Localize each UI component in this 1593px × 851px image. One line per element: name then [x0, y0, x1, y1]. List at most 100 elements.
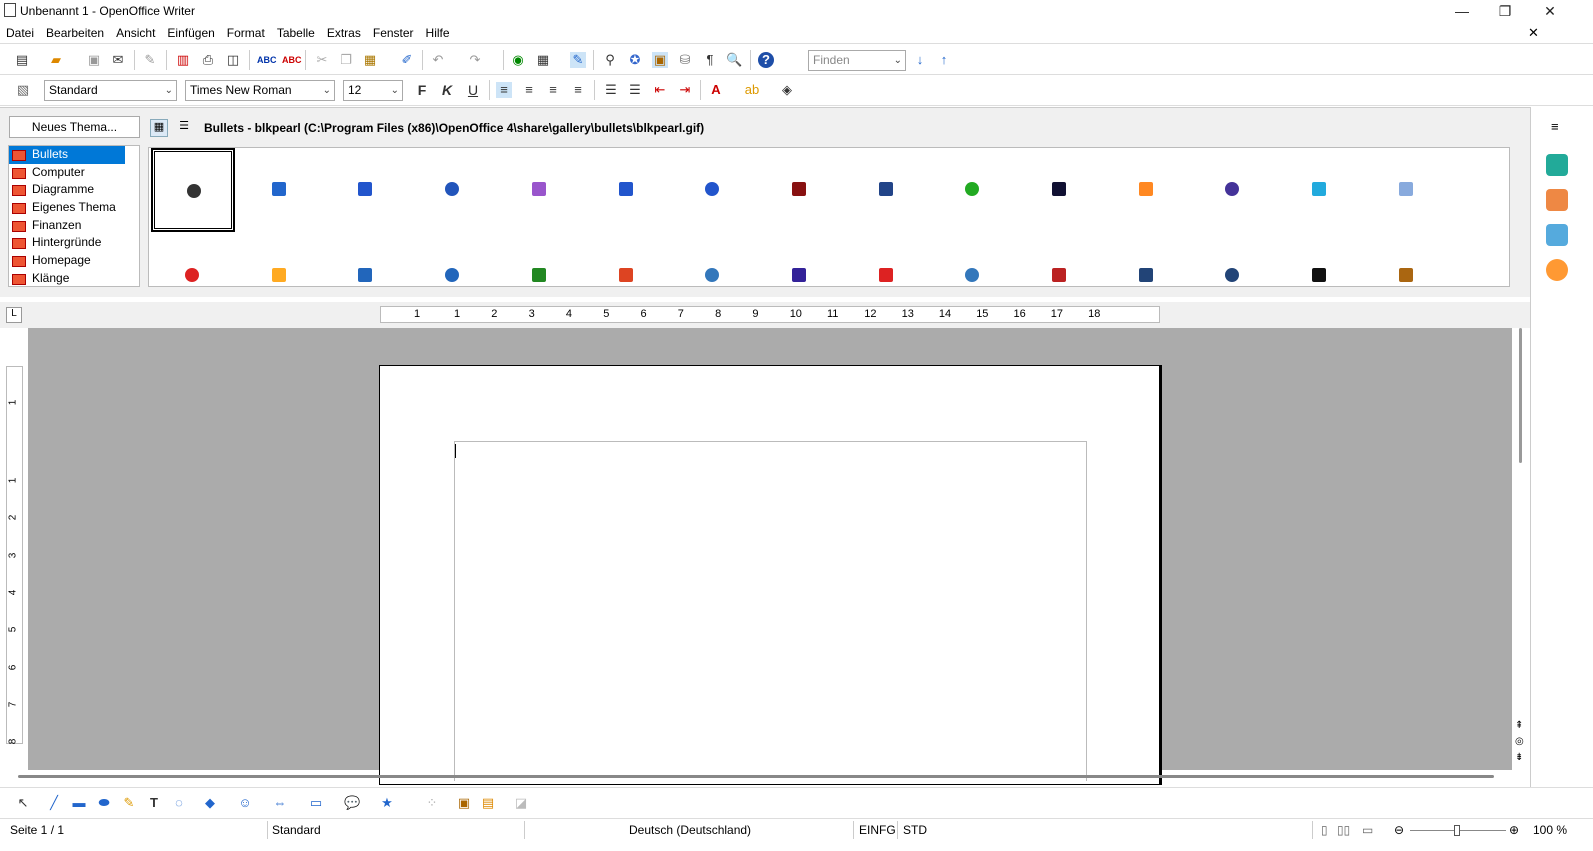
menu-datei[interactable]: Datei	[0, 22, 40, 44]
theme-item[interactable]: Computer	[9, 164, 139, 182]
bold-button[interactable]: F	[414, 82, 430, 98]
gallery-item[interactable]	[1365, 148, 1449, 232]
cut-icon[interactable]: ✂	[314, 52, 330, 68]
horizontal-ruler[interactable]: 1 1 2 3 4 5 6 7 8 9 10 11 12 13 14 15 16 17 18	[380, 306, 1160, 323]
spellcheck-icon[interactable]: ABC	[257, 52, 277, 68]
gallery-item[interactable]	[585, 148, 669, 232]
gallery-item[interactable]	[758, 234, 842, 286]
align-left-icon[interactable]: ≡	[496, 82, 512, 98]
line-icon[interactable]: ╱	[46, 795, 62, 811]
theme-item[interactable]: Finanzen	[9, 217, 139, 235]
styles-icon[interactable]	[1546, 189, 1568, 211]
table-icon[interactable]: ▦	[535, 52, 551, 68]
basic-shapes-icon[interactable]: ◆	[202, 795, 218, 811]
points-icon[interactable]: ⁘	[424, 795, 440, 811]
gallery-item[interactable]	[931, 234, 1015, 286]
vertical-scrollbar[interactable]: ⇞ ◎ ⇟	[1512, 328, 1530, 770]
icon-view-icon[interactable]: ▦	[150, 119, 168, 137]
close-document-button[interactable]: ✕	[1528, 25, 1539, 41]
menu-format[interactable]: Format	[221, 22, 271, 44]
sidebar-navigator-icon[interactable]	[1546, 259, 1568, 281]
gallery-item[interactable]	[1018, 234, 1102, 286]
menu-einfuegen[interactable]: Einfügen	[161, 22, 220, 44]
zoom-in-icon[interactable]: ⊕	[1509, 823, 1519, 837]
zoom-out-icon[interactable]: ⊖	[1394, 823, 1404, 837]
detail-view-icon[interactable]: ☰	[175, 119, 193, 137]
gallery-item[interactable]	[411, 148, 495, 232]
align-right-icon[interactable]: ≡	[545, 82, 561, 98]
tab-stop-icon[interactable]: L	[6, 307, 22, 323]
book-view-icon[interactable]: ▭	[1362, 823, 1373, 837]
find-next-icon[interactable]: ↓	[912, 52, 928, 68]
decrease-indent-icon[interactable]: ⇤	[652, 82, 668, 98]
format-paintbrush-icon[interactable]: ✐	[399, 52, 415, 68]
rectangle-icon[interactable]: ▬	[71, 795, 87, 811]
theme-item[interactable]: Diagramme	[9, 181, 139, 199]
underline-button[interactable]: U	[465, 82, 481, 98]
find-input[interactable]: Finden ⌄	[808, 50, 906, 71]
gallery-item[interactable]	[1105, 234, 1189, 286]
theme-item[interactable]: Eigenes Thema	[9, 199, 139, 217]
extrusion-icon[interactable]: ◪	[513, 795, 529, 811]
highlighting-icon[interactable]: ab	[744, 82, 760, 98]
multi-page-view-icon[interactable]: ▯▯	[1337, 823, 1350, 837]
gallery-item[interactable]	[151, 148, 235, 232]
hyperlink-icon[interactable]: ◉	[510, 52, 526, 68]
background-color-icon[interactable]: ◈	[779, 82, 795, 98]
gallery-item[interactable]	[324, 234, 408, 286]
gallery-item[interactable]	[151, 234, 235, 286]
zoom-icon[interactable]: 🔍	[726, 52, 742, 68]
help-icon[interactable]: ?	[758, 52, 774, 68]
page-preview-icon[interactable]: ◫	[225, 52, 241, 68]
font-size-select[interactable]: 12 ⌄	[343, 80, 403, 101]
insert-image-icon[interactable]: ▣	[456, 795, 472, 811]
styles-formatting-icon[interactable]: ▧	[15, 82, 31, 98]
menu-ansicht[interactable]: Ansicht	[110, 22, 161, 44]
new-theme-button[interactable]: Neues Thema...	[9, 116, 140, 138]
next-page-icon[interactable]: ⇟	[1515, 752, 1523, 763]
gallery-item[interactable]	[238, 234, 322, 286]
block-arrows-icon[interactable]: ⇔	[272, 795, 288, 811]
font-name-select[interactable]: Times New Roman ⌄	[185, 80, 335, 101]
single-page-view-icon[interactable]: ▯	[1321, 823, 1328, 837]
menu-hilfe[interactable]: Hilfe	[420, 22, 456, 44]
theme-item[interactable]: Homepage	[9, 252, 139, 270]
text-area[interactable]	[454, 441, 1087, 781]
nonprinting-characters-icon[interactable]: ¶	[702, 52, 718, 68]
previous-page-icon[interactable]: ⇞	[1515, 720, 1523, 731]
paragraph-style-select[interactable]: Standard ⌄	[44, 80, 177, 101]
show-draw-functions-icon[interactable]: ✎	[570, 52, 586, 68]
callouts-icon[interactable]: 💬	[344, 795, 360, 811]
align-center-icon[interactable]: ≡	[521, 82, 537, 98]
gallery-icon[interactable]: ▣	[652, 52, 668, 68]
theme-list[interactable]: Bullets Computer Diagramme Eigenes Thema Fin…	[8, 145, 140, 287]
gallery-item[interactable]	[758, 148, 842, 232]
gallery-item[interactable]	[931, 148, 1015, 232]
open-folder-icon[interactable]: ▰	[48, 52, 64, 68]
justify-icon[interactable]: ≡	[570, 82, 586, 98]
gallery-item[interactable]	[1191, 148, 1275, 232]
properties-icon[interactable]	[1546, 154, 1568, 176]
close-button[interactable]: ✕	[1530, 0, 1570, 22]
gallery-item[interactable]	[1105, 148, 1189, 232]
gallery-item[interactable]	[845, 148, 929, 232]
gallery-grid[interactable]	[148, 147, 1510, 287]
language-indicator[interactable]: Deutsch (Deutschland)	[629, 823, 751, 837]
maximize-button[interactable]: ❐	[1485, 0, 1525, 22]
scrollbar-thumb[interactable]	[1519, 328, 1522, 463]
freeform-icon[interactable]: ✎	[121, 795, 137, 811]
gallery-item[interactable]	[1278, 148, 1362, 232]
menu-fenster[interactable]: Fenster	[367, 22, 420, 44]
theme-item[interactable]: Hintergründe	[9, 234, 139, 252]
save-icon[interactable]: ▣	[86, 52, 102, 68]
data-sources-icon[interactable]: ⛁	[677, 52, 693, 68]
copy-icon[interactable]: ❐	[338, 52, 354, 68]
navigator-icon[interactable]: ✪	[627, 52, 643, 68]
numbering-icon[interactable]: ☰	[603, 82, 619, 98]
sidebar-gallery-icon[interactable]	[1546, 224, 1568, 246]
fontwork-icon[interactable]: ▤	[480, 795, 496, 811]
theme-item[interactable]: Klänge	[9, 270, 139, 286]
gallery-item[interactable]	[585, 234, 669, 286]
gallery-item[interactable]	[845, 234, 929, 286]
stars-icon[interactable]: ★	[379, 795, 395, 811]
